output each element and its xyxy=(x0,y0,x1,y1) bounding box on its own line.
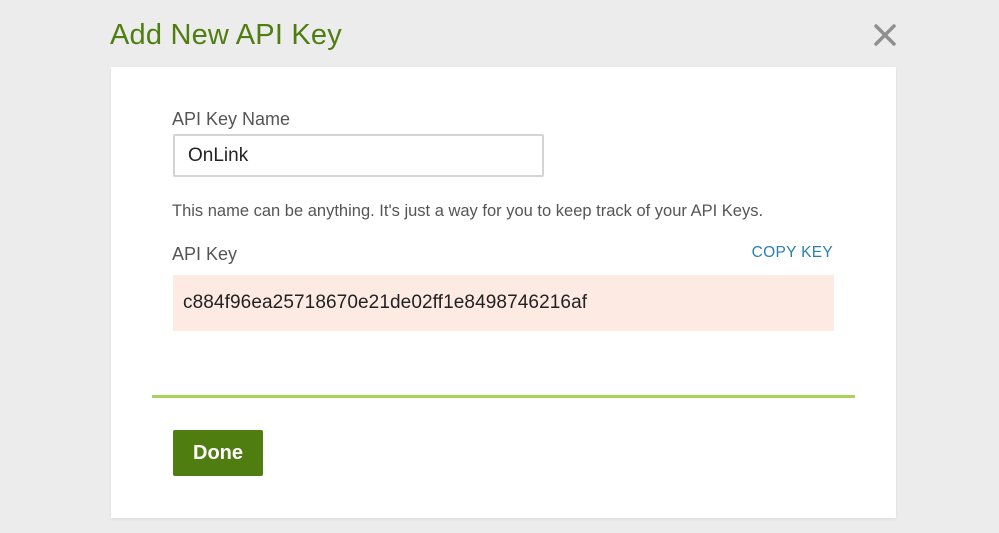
dialog-title: Add New API Key xyxy=(110,19,342,51)
api-key-text: c884f96ea25718670e21de02ff1e8498746216af xyxy=(183,292,588,313)
api-key-label: API Key xyxy=(172,244,238,264)
close-button[interactable] xyxy=(868,18,902,52)
dialog-card: API Key Name This name can be anything. … xyxy=(111,67,896,518)
done-button[interactable]: Done xyxy=(173,430,263,476)
api-key-value[interactable]: c884f96ea25718670e21de02ff1e8498746216af xyxy=(173,275,834,331)
copy-key-link[interactable]: COPY KEY xyxy=(752,242,833,264)
divider xyxy=(152,395,855,398)
api-key-name-label: API Key Name xyxy=(172,109,291,129)
api-key-name-hint: This name can be anything. It's just a w… xyxy=(172,202,764,220)
close-icon xyxy=(874,24,896,46)
api-key-name-input[interactable] xyxy=(173,134,544,177)
